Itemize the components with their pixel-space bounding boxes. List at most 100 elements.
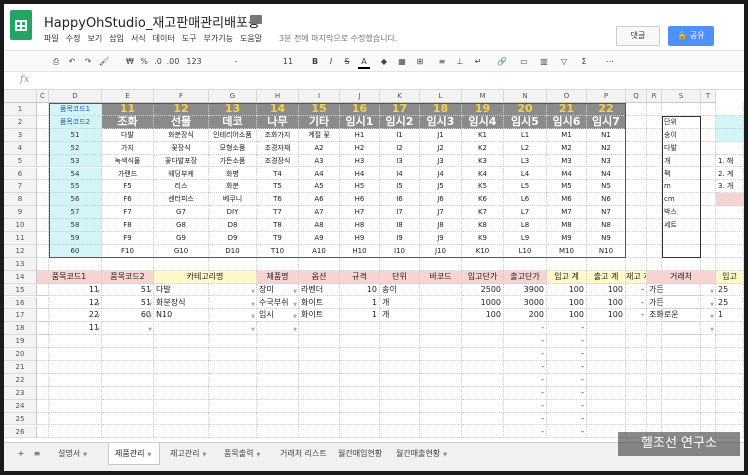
sheet-tab-0[interactable]: 설명서 ▼ xyxy=(52,443,104,465)
cell[interactable] xyxy=(299,257,340,271)
stock-total-cell[interactable]: - xyxy=(547,322,587,336)
category-name[interactable]: 임시2 xyxy=(380,115,420,129)
table1-cell[interactable]: I1 xyxy=(380,128,420,142)
cell[interactable] xyxy=(662,412,701,426)
cell[interactable] xyxy=(626,128,647,142)
table2-cell[interactable]: 51 ▼ xyxy=(102,296,154,310)
folder-icon[interactable] xyxy=(250,15,262,24)
table1-cell[interactable]: L8 xyxy=(504,219,547,232)
cell[interactable] xyxy=(626,103,647,116)
table1-cell[interactable]: I3 xyxy=(380,154,420,168)
cell[interactable] xyxy=(701,412,716,426)
cell[interactable] xyxy=(380,373,420,387)
cell[interactable] xyxy=(626,180,647,194)
unit-item[interactable]: 팩 xyxy=(662,167,701,181)
cell[interactable] xyxy=(154,412,209,426)
cell[interactable] xyxy=(626,193,647,207)
cell[interactable] xyxy=(701,206,716,220)
cell[interactable] xyxy=(49,335,102,349)
redo-icon[interactable]: ↷ xyxy=(82,55,94,69)
table1-cell[interactable]: H5 xyxy=(340,180,380,194)
table1-cell[interactable]: 조경자재 xyxy=(257,141,299,155)
cell[interactable] xyxy=(701,128,716,142)
more-formats-button[interactable]: 123 xyxy=(184,55,204,69)
tab-menu-arrow-icon[interactable]: ▼ xyxy=(83,452,87,458)
cell[interactable] xyxy=(299,373,340,387)
product-code[interactable]: 54 xyxy=(49,167,102,181)
cell[interactable] xyxy=(209,412,257,426)
dropdown-arrow-icon[interactable]: ▼ xyxy=(710,324,714,334)
table1-cell[interactable]: T7 xyxy=(257,206,299,220)
comments-button[interactable]: 댓글 xyxy=(616,26,660,46)
table1-cell[interactable]: G8 xyxy=(154,219,209,232)
table1-cell[interactable]: 가지 xyxy=(102,141,154,155)
table2-cell[interactable]: 가든 ▼ xyxy=(647,296,716,310)
cell[interactable] xyxy=(420,425,462,439)
row-header-11[interactable]: 11 xyxy=(4,232,37,245)
out-total-cell[interactable]: - xyxy=(504,386,547,400)
cell[interactable] xyxy=(257,373,299,387)
table1-cell[interactable]: M10 xyxy=(547,244,587,258)
product-code[interactable]: 59 xyxy=(49,232,102,245)
table1-cell[interactable]: 조화가지 xyxy=(257,128,299,142)
table1-cell[interactable]: J8 xyxy=(420,219,462,232)
cell[interactable] xyxy=(647,206,662,220)
category-number[interactable]: 19 xyxy=(462,103,504,116)
cell[interactable] xyxy=(626,399,647,413)
table2-cell[interactable]: 라벤더 xyxy=(299,283,340,297)
table1-cell[interactable]: A8 xyxy=(299,219,340,232)
cell[interactable] xyxy=(49,412,102,426)
cell[interactable] xyxy=(37,335,49,349)
dropdown-arrow-icon[interactable]: ▼ xyxy=(293,311,297,321)
table2-cell[interactable]: 25 xyxy=(716,296,744,310)
row-header-21[interactable]: 21 xyxy=(4,361,37,374)
cell[interactable] xyxy=(701,232,716,245)
cell[interactable] xyxy=(716,103,744,116)
t-item[interactable]: 2. 계 xyxy=(716,167,744,181)
comment-icon[interactable]: ▭ xyxy=(518,55,530,69)
increase-decimal-button[interactable]: .00 xyxy=(166,55,180,69)
dropdown-arrow-icon[interactable]: ▼ xyxy=(293,286,297,296)
menu-item-8[interactable]: 도움말 xyxy=(240,34,262,43)
table1-cell[interactable]: K2 xyxy=(462,141,504,155)
cell[interactable] xyxy=(626,257,647,271)
table1-cell[interactable]: F6 xyxy=(102,193,154,207)
out-total-cell[interactable]: - xyxy=(504,348,547,361)
cell[interactable] xyxy=(340,399,380,413)
cell[interactable] xyxy=(37,257,49,271)
column-header-T[interactable]: T xyxy=(701,90,716,103)
table1-cell[interactable]: F8 xyxy=(102,219,154,232)
dropdown-arrow-icon[interactable]: ▼ xyxy=(96,286,100,296)
cell[interactable] xyxy=(420,335,462,349)
table1-cell[interactable]: T5 xyxy=(257,180,299,194)
table1-cell[interactable]: 모형소품 xyxy=(209,141,257,155)
table1-cell[interactable]: 센터피스 xyxy=(154,193,209,207)
unit-item[interactable]: 박스 xyxy=(662,206,701,220)
table2-cell[interactable]: 가든 ▼ xyxy=(647,283,716,297)
row-header-2[interactable]: 2 xyxy=(4,115,37,129)
cell[interactable] xyxy=(37,412,49,426)
cell[interactable] xyxy=(380,257,420,271)
table1-cell[interactable]: 리스 xyxy=(154,180,209,194)
product-code[interactable]: 58 xyxy=(49,219,102,232)
cell[interactable] xyxy=(626,206,647,220)
table1-cell[interactable]: A6 xyxy=(299,193,340,207)
cell[interactable] xyxy=(626,373,647,387)
table1-cell[interactable]: T10 xyxy=(257,244,299,258)
cell[interactable] xyxy=(37,154,49,168)
cell[interactable] xyxy=(662,232,701,245)
table2-cell[interactable]: - xyxy=(626,309,647,323)
dropdown-arrow-icon[interactable]: ▼ xyxy=(710,311,714,321)
row-header-5[interactable]: 5 xyxy=(4,154,37,168)
table2-cell[interactable]: 화분장식 ▼ xyxy=(154,296,257,310)
column-header-K[interactable]: K xyxy=(380,90,420,103)
column-header-O[interactable]: O xyxy=(547,90,587,103)
cell[interactable] xyxy=(340,425,380,439)
table1-cell[interactable]: M2 xyxy=(547,141,587,155)
table2-cell[interactable]: 장미 ▼ xyxy=(257,283,299,297)
column-header-D[interactable]: D xyxy=(49,90,102,103)
dropdown-arrow-icon[interactable]: ▼ xyxy=(96,299,100,309)
table1-cell[interactable]: N1 xyxy=(587,128,626,142)
cell[interactable] xyxy=(49,425,102,439)
link-icon[interactable]: 🔗 xyxy=(496,55,508,69)
